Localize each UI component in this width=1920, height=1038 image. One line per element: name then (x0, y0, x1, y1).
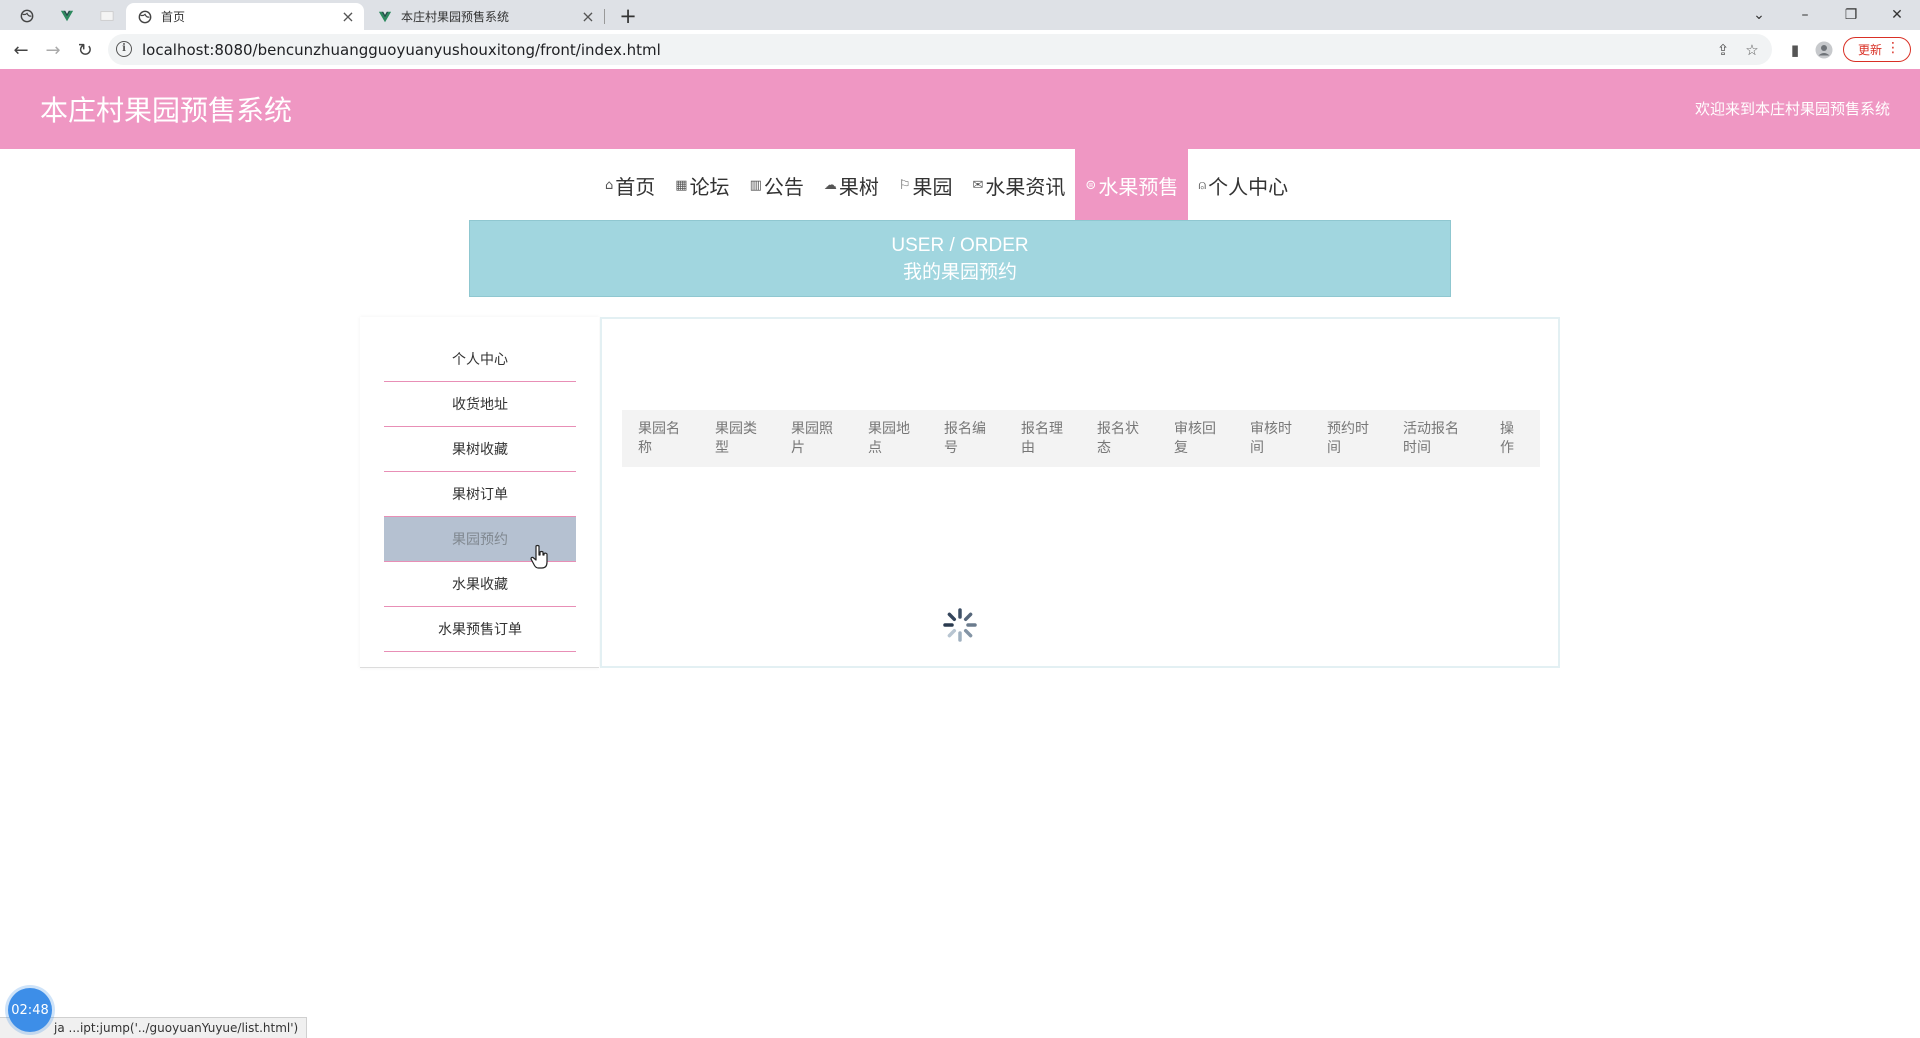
restore-button[interactable]: ❐ (1828, 0, 1874, 30)
banner-en-title: USER / ORDER (891, 235, 1029, 256)
sidebar-item-address[interactable]: 收货地址 (384, 382, 576, 427)
column-header: 审核时间 (1250, 421, 1292, 456)
banner-cn-title: 我的果园预约 (902, 261, 1017, 283)
bookmark-star-icon[interactable]: ☆ (1741, 39, 1763, 61)
nav-label: 水果预售 (1098, 174, 1179, 199)
pinned-tab-blank[interactable] (90, 3, 124, 29)
column-header: 操作 (1500, 421, 1514, 456)
tree-icon: ☁ (823, 177, 837, 193)
welcome-text: 欢迎来到本庄村果园预售系统 (1694, 100, 1890, 118)
tab-system[interactable]: 本庄村果园预售系统 × (366, 3, 604, 30)
presale-icon: ⊜ (1085, 177, 1097, 193)
column-header: 预约时间 (1327, 421, 1369, 456)
blank-page-icon (100, 11, 114, 21)
browser-toolbar: ← → ↻ i localhost:8080/bencunzhuangguoyu… (0, 30, 1920, 70)
loading-spinner-icon (943, 608, 977, 642)
side-panel-icon[interactable]: ▮ (1784, 39, 1806, 61)
share-icon[interactable]: ⇪ (1712, 39, 1734, 61)
nav-notice[interactable]: ▥ 公告 (740, 149, 814, 221)
column-header: 果园名称 (638, 421, 680, 456)
reload-button[interactable]: ↻ (71, 36, 99, 64)
hand-cursor-icon (530, 544, 548, 569)
column-header: 审核回复 (1174, 421, 1216, 456)
main-nav: ⌂ 首页 ▦ 论坛 ▥ 公告 ☁ 果树 ⚐ 果园 ✉ 水果资讯 ⊜ 水果预售 ⍝… (595, 149, 1298, 221)
nav-label: 水果资讯 (985, 174, 1066, 199)
tab-title: 本庄村果园预售系统 (401, 10, 510, 24)
tab-close-icon[interactable]: × (578, 7, 598, 26)
close-window-button[interactable]: ✕ (1874, 0, 1920, 30)
pinned-tab-vue[interactable] (50, 3, 84, 29)
notice-icon: ▥ (749, 177, 762, 193)
nav-home[interactable]: ⌂ 首页 (595, 149, 665, 221)
nav-tree[interactable]: ☁ 果树 (814, 149, 889, 221)
column-header: 报名状态 (1097, 421, 1139, 456)
sidebar-item-user-center[interactable]: 个人中心 (384, 337, 576, 382)
globe-icon (138, 10, 152, 23)
update-label: 更新 (1858, 43, 1883, 57)
forward-button[interactable]: → (39, 36, 67, 64)
sidebar-item-presale-orders[interactable]: 水果预售订单 (384, 607, 576, 652)
minimize-button[interactable]: – (1782, 0, 1828, 30)
tab-separator (604, 9, 605, 24)
update-button[interactable]: 更新 ⋮ (1843, 37, 1911, 62)
site-title: 本庄村果园预售系统 (40, 95, 293, 126)
user-sidebar: 个人中心 收货地址 果树收藏 果树订单 果园预约 水果收藏 水果预售订单 (360, 317, 599, 668)
tab-search-icon[interactable]: ⌄ (1736, 0, 1782, 30)
tab-home[interactable]: 首页 × (126, 3, 364, 30)
nav-label: 个人中心 (1208, 174, 1289, 199)
column-header: 活动报名时间 (1403, 421, 1459, 456)
address-bar[interactable]: i localhost:8080/bencunzhuangguoyuanyush… (108, 34, 1772, 65)
nav-forum[interactable]: ▦ 论坛 (665, 149, 739, 221)
tab-close-icon[interactable]: × (338, 7, 358, 26)
column-header: 果园类型 (715, 421, 757, 456)
table-header: 果园名称 果园类型 果园照片 果园地点 报名编号 报名理由 报名状态 审核回复 … (622, 410, 1540, 467)
browser-tab-bar: 首页 × 本庄村果园预售系统 × + ⌄ – ❐ ✕ (0, 0, 1920, 30)
site-header: 本庄村果园预售系统 欢迎来到本庄村果园预售系统 (0, 69, 1920, 149)
profile-avatar-icon[interactable] (1813, 39, 1835, 61)
column-header: 报名理由 (1021, 421, 1063, 456)
flag-icon: ⚐ (898, 177, 911, 193)
new-tab-button[interactable]: + (615, 3, 641, 29)
booking-list-panel: 果园名称 果园类型 果园照片 果园地点 报名编号 报名理由 报名状态 审核回复 … (600, 317, 1560, 668)
section-banner: USER / ORDER 我的果园预约 (469, 220, 1451, 297)
nav-user-center[interactable]: ⍝ 个人中心 (1188, 149, 1298, 221)
url-text[interactable]: localhost:8080/bencunzhuangguoyuanyushou… (142, 41, 661, 59)
nav-label: 论坛 (689, 174, 730, 199)
nav-label: 首页 (615, 174, 656, 199)
pinned-tab-globe[interactable] (10, 3, 44, 29)
menu-dots-icon[interactable]: ⋮ (1886, 40, 1900, 56)
site-info-icon[interactable]: i (116, 41, 132, 57)
forum-icon: ▦ (675, 177, 688, 193)
globe-icon (20, 9, 34, 23)
nav-label: 果园 (912, 174, 953, 199)
vue-icon (378, 11, 392, 22)
mail-icon: ✉ (972, 177, 984, 193)
back-button[interactable]: ← (7, 36, 35, 64)
sidebar-item-tree-orders[interactable]: 果树订单 (384, 472, 576, 517)
column-header: 报名编号 (944, 421, 986, 456)
nav-presale[interactable]: ⊜ 水果预售 (1075, 149, 1189, 221)
column-header: 果园照片 (791, 421, 833, 456)
nav-label: 果树 (838, 174, 879, 199)
timer-badge: 02:48 (8, 988, 52, 1032)
vue-icon (60, 10, 74, 22)
sidebar-item-tree-favorites[interactable]: 果树收藏 (384, 427, 576, 472)
nav-news[interactable]: ✉ 水果资讯 (963, 149, 1076, 221)
user-icon: ⍝ (1198, 177, 1207, 193)
column-header: 果园地点 (868, 421, 910, 456)
nav-orchard[interactable]: ⚐ 果园 (889, 149, 963, 221)
tab-title: 首页 (161, 10, 186, 24)
nav-label: 公告 (763, 174, 804, 199)
home-icon: ⌂ (605, 177, 614, 193)
